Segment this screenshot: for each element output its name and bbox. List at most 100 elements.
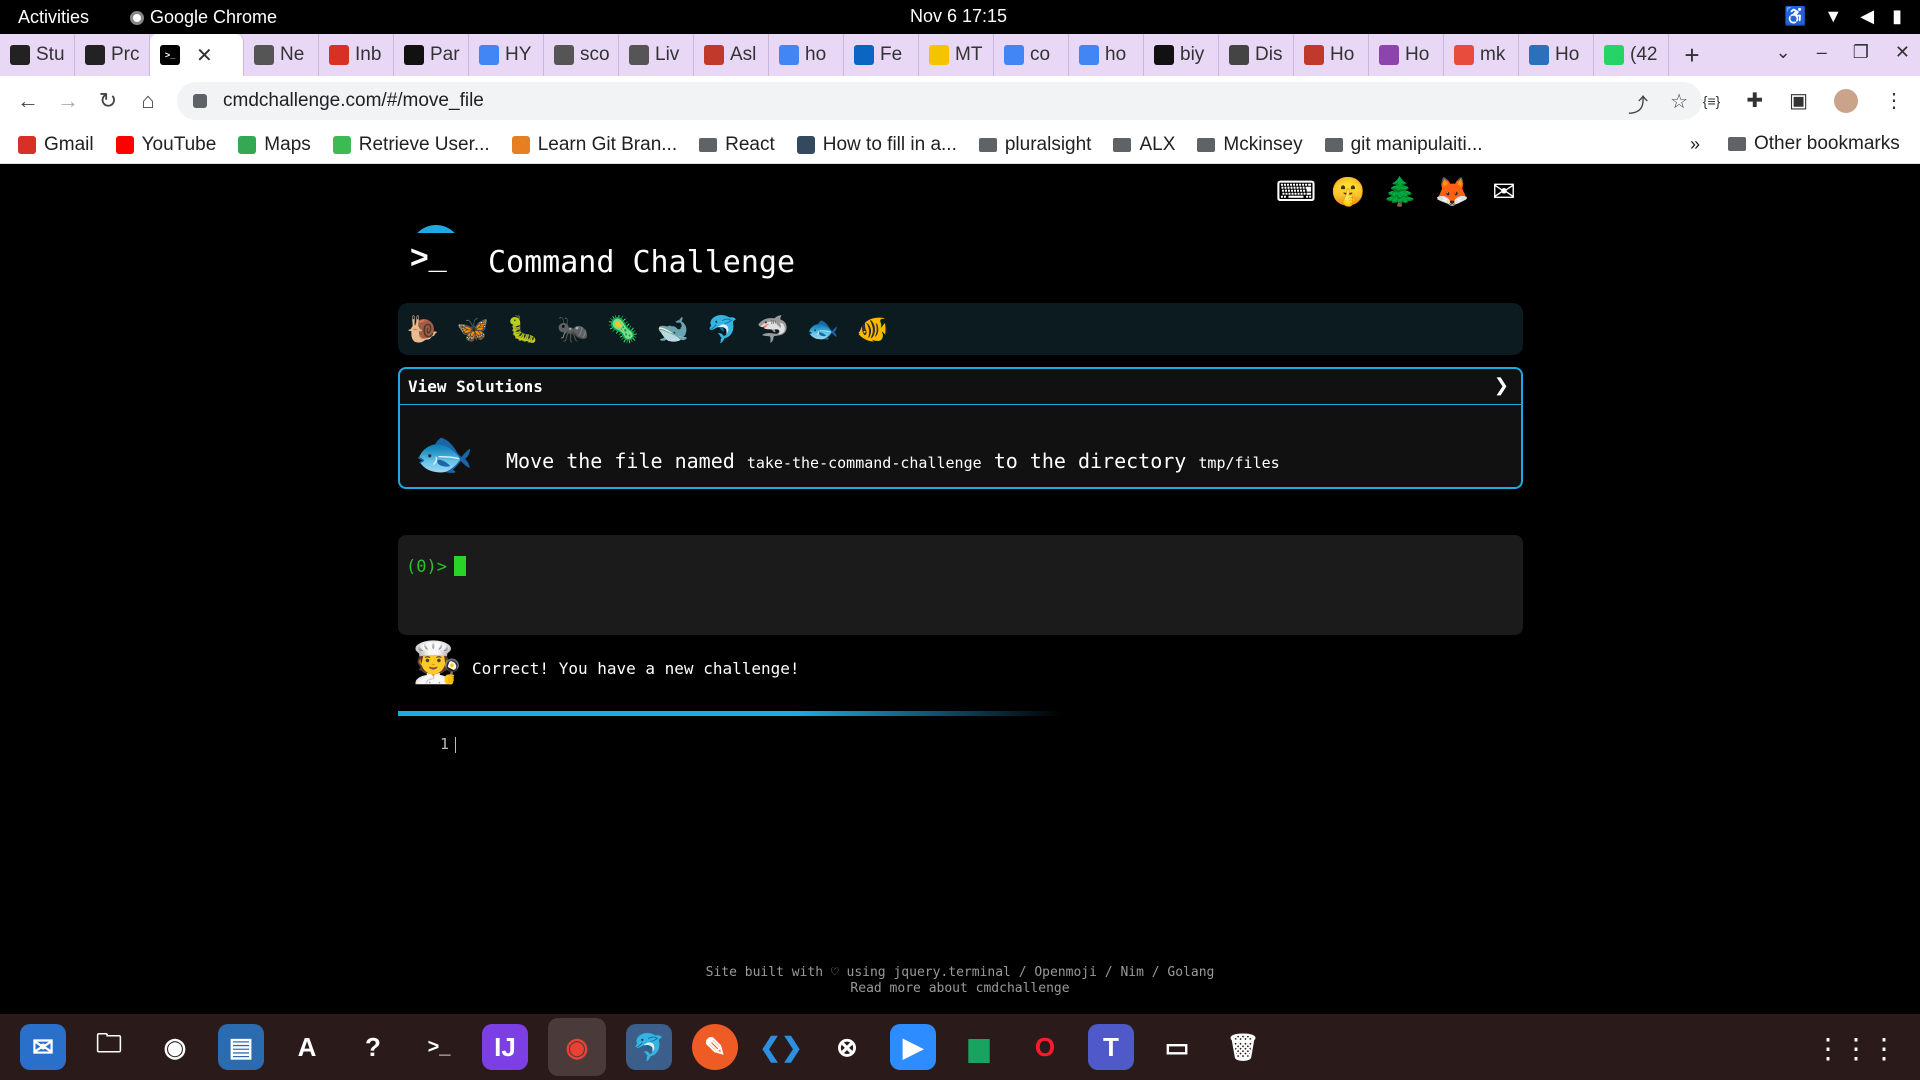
tab[interactable]: sco	[544, 34, 619, 76]
thunderbird-icon[interactable]: ✉	[20, 1024, 66, 1070]
chrome-icon[interactable]: ◉	[548, 1018, 606, 1076]
files-icon[interactable]: 🗀	[86, 1024, 132, 1070]
help-icon[interactable]: ?	[350, 1024, 396, 1070]
trash-icon[interactable]: 🗑	[1220, 1024, 1266, 1070]
footer-about-link[interactable]: Read more about cmdchallenge	[0, 981, 1920, 997]
terminal-input[interactable]: (0)>	[398, 535, 1523, 635]
other-bookmarks[interactable]: Other bookmarks	[1728, 133, 1900, 155]
mysql-workbench-icon[interactable]: 🐬	[626, 1024, 672, 1070]
bookmark-item[interactable]: Maps	[238, 134, 311, 156]
reload-icon[interactable]: ↻	[88, 88, 128, 114]
terminal-link-icon[interactable]: ⌨	[1276, 173, 1316, 209]
bookmark-item[interactable]: Learn Git Bran...	[511, 134, 677, 156]
tab[interactable]: Ne	[244, 34, 319, 76]
shark-icon[interactable]: 🦈	[756, 312, 790, 346]
lock-icon[interactable]	[193, 94, 207, 108]
dolphin-icon[interactable]: 🐬	[706, 312, 740, 346]
tab[interactable]: Liv	[619, 34, 694, 76]
tab-active[interactable]: >_ ✕	[150, 34, 244, 76]
microbe-icon[interactable]: 🦠	[606, 312, 640, 346]
rhythmbox-icon[interactable]: ◉	[152, 1024, 198, 1070]
tab[interactable]: Par	[394, 34, 469, 76]
close-tab-icon[interactable]: ✕	[196, 43, 213, 68]
new-tab-icon[interactable]: +	[1669, 40, 1715, 71]
system-tray[interactable]: ♿ ▼ ◀ ▮	[1784, 6, 1902, 27]
bookmark-item[interactable]: Gmail	[18, 134, 94, 156]
bookmark-item[interactable]: Mckinsey	[1197, 134, 1303, 156]
code-editor[interactable]: 1	[440, 735, 457, 753]
bookmark-item[interactable]: React	[699, 134, 775, 156]
tab[interactable]: co	[994, 34, 1069, 76]
shush-emoji-icon[interactable]: 🤫	[1330, 173, 1366, 209]
tab[interactable]: ho	[769, 34, 844, 76]
xcode-like-icon[interactable]: ⊗	[824, 1024, 870, 1070]
bookmark-item[interactable]: git manipulaiti...	[1324, 134, 1483, 156]
app-store-icon[interactable]: A	[284, 1024, 330, 1070]
gitlab-icon[interactable]: 🦊	[1434, 173, 1470, 209]
minimize-icon[interactable]: –	[1817, 42, 1827, 63]
bookmark-item[interactable]: YouTube	[115, 134, 216, 156]
clock[interactable]: Nov 6 17:15	[910, 6, 1007, 27]
whale-icon[interactable]: 🐋	[656, 312, 690, 346]
puzzle-icon[interactable]: ✚	[1746, 88, 1763, 113]
bookmark-item[interactable]: How to fill in a...	[796, 134, 957, 156]
accessibility-icon[interactable]: ♿	[1784, 6, 1806, 27]
bookmark-item[interactable]: ALX	[1113, 134, 1175, 156]
tab[interactable]: Fe	[844, 34, 919, 76]
tab[interactable]: Inb	[319, 34, 394, 76]
tab[interactable]: Prc	[75, 34, 150, 76]
app-menu[interactable]: Google Chrome	[130, 7, 277, 28]
bookmark-item[interactable]: Retrieve User...	[332, 134, 490, 156]
zoom-icon[interactable]: ▶	[890, 1024, 936, 1070]
caterpillar-icon[interactable]: 🐛	[506, 312, 540, 346]
fish-icon[interactable]: 🐟	[806, 312, 840, 346]
mail-icon[interactable]: ✉	[1486, 173, 1522, 209]
json-extension-icon[interactable]: {≡}	[1703, 93, 1721, 109]
bookmark-star-icon[interactable]: ☆	[1670, 89, 1688, 118]
share-icon[interactable]: ⤴	[1628, 89, 1648, 118]
intellij-icon[interactable]: IJ	[482, 1024, 528, 1070]
drives-icon[interactable]: ▭	[1154, 1024, 1200, 1070]
chat-icon[interactable]: ▆	[956, 1024, 1002, 1070]
terminal-icon[interactable]: >_	[416, 1024, 462, 1070]
snail-icon[interactable]: 🐌	[406, 312, 440, 346]
tab[interactable]: HY	[469, 34, 544, 76]
tree-icon[interactable]: 🌲	[1382, 173, 1418, 209]
menu-icon[interactable]: ⋮	[1884, 88, 1904, 113]
tab[interactable]: Ho	[1294, 34, 1369, 76]
tab[interactable]: (42	[1594, 34, 1669, 76]
tab[interactable]: Asl	[694, 34, 769, 76]
tab[interactable]: Ho	[1519, 34, 1594, 76]
show-apps-icon[interactable]: ⋮⋮⋮	[1814, 1032, 1898, 1065]
restore-icon[interactable]: ❐	[1853, 42, 1869, 63]
tropical-fish-icon[interactable]: 🐠	[856, 312, 890, 346]
tab[interactable]: Dis	[1219, 34, 1294, 76]
chevron-right-icon[interactable]: ❯	[1494, 375, 1509, 396]
address-bar[interactable]: cmdchallenge.com/#/move_file ⤴ ☆	[177, 82, 1702, 120]
close-window-icon[interactable]: ✕	[1895, 42, 1910, 63]
back-icon[interactable]: ←	[8, 88, 48, 114]
tab-search-icon[interactable]: ⌄	[1776, 42, 1791, 63]
view-solutions-toggle[interactable]: View Solutions	[400, 369, 1521, 405]
ant-icon[interactable]: 🐜	[556, 312, 590, 346]
vscode-icon[interactable]: ❮❯	[758, 1024, 804, 1070]
postman-icon[interactable]: ✎	[692, 1024, 738, 1070]
tab[interactable]: Ho	[1369, 34, 1444, 76]
bookmark-item[interactable]: pluralsight	[978, 134, 1091, 156]
writer-icon[interactable]: ▤	[218, 1024, 264, 1070]
tab[interactable]: Stu	[0, 34, 75, 76]
tab[interactable]: biy	[1144, 34, 1219, 76]
tab[interactable]: MT	[919, 34, 994, 76]
tab[interactable]: mk	[1444, 34, 1519, 76]
butterfly-icon[interactable]: 🦋	[456, 312, 490, 346]
bookmarks-overflow-icon[interactable]: »	[1690, 134, 1700, 155]
activities-button[interactable]: Activities	[18, 7, 89, 28]
forward-icon[interactable]: →	[48, 88, 88, 114]
tab[interactable]: ho	[1069, 34, 1144, 76]
url-text[interactable]: cmdchallenge.com/#/move_file	[223, 90, 484, 112]
side-panel-icon[interactable]: ▣	[1789, 88, 1808, 113]
opera-icon[interactable]: O	[1022, 1024, 1068, 1070]
home-icon[interactable]: ⌂	[128, 88, 168, 114]
profile-avatar[interactable]	[1834, 88, 1858, 113]
teams-icon[interactable]: T	[1088, 1024, 1134, 1070]
